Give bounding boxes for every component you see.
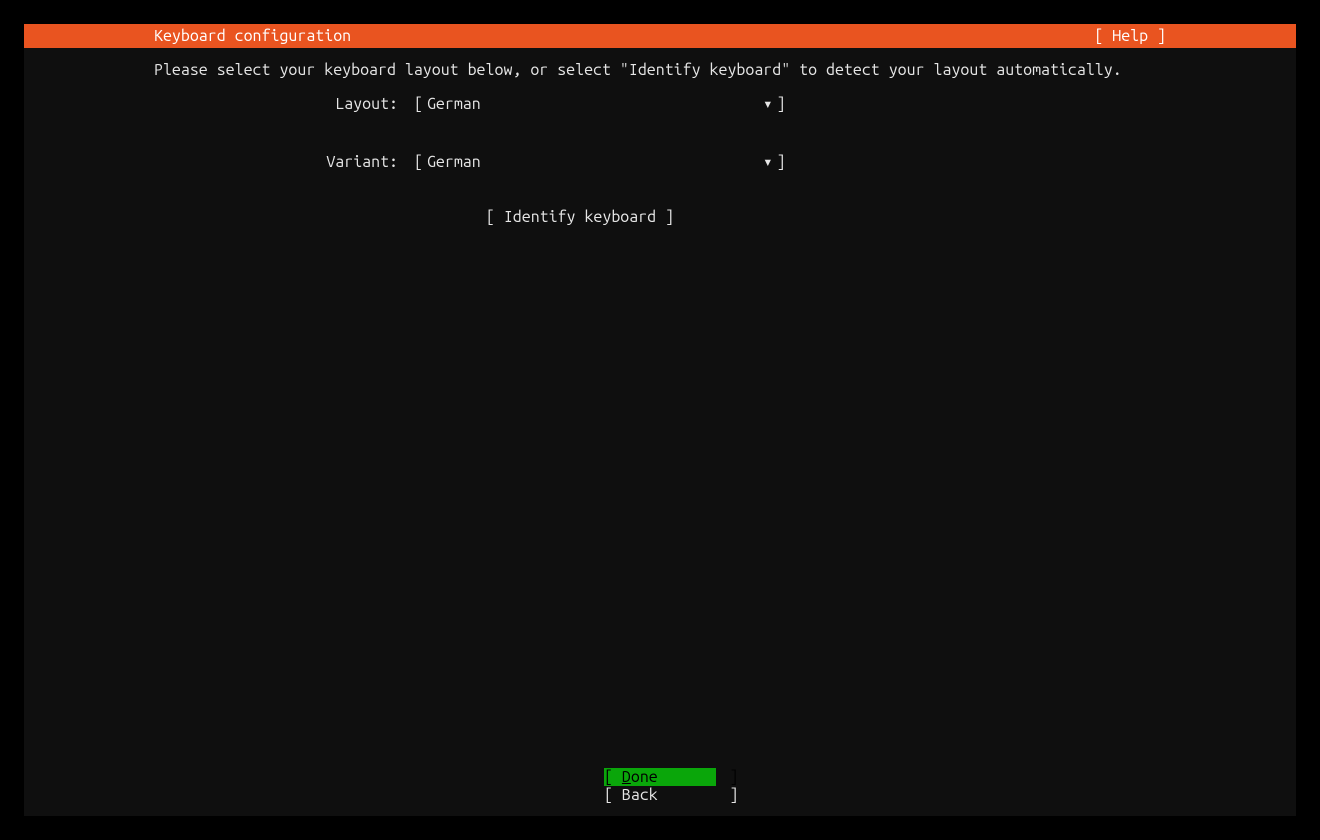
- chevron-down-icon: ▾: [763, 92, 777, 116]
- bracket-close: ]: [777, 92, 786, 116]
- bracket-open: [: [414, 150, 423, 174]
- footer: [ Done ] [ Back ]: [24, 768, 1296, 804]
- content-area: Please select your keyboard layout below…: [24, 48, 1296, 226]
- page-title: Keyboard configuration: [154, 24, 351, 48]
- identify-keyboard-button[interactable]: [ Identify keyboard ]: [486, 208, 674, 226]
- variant-label: Variant:: [154, 150, 414, 174]
- bracket-open: [: [414, 92, 423, 116]
- bracket-close: ]: [777, 150, 786, 174]
- done-button[interactable]: [ Done ]: [604, 768, 716, 786]
- identify-row: [ Identify keyboard ]: [154, 208, 1166, 226]
- help-button[interactable]: [ Help ]: [1094, 24, 1166, 48]
- header-bar: Keyboard configuration [ Help ]: [24, 24, 1296, 48]
- variant-value: German: [423, 150, 763, 174]
- chevron-down-icon: ▾: [763, 150, 777, 174]
- layout-dropdown[interactable]: [ German ▾ ]: [414, 92, 786, 116]
- instruction-text: Please select your keyboard layout below…: [154, 58, 1166, 82]
- variant-row: Variant: [ German ▾ ]: [154, 150, 1166, 174]
- layout-row: Layout: [ German ▾ ]: [154, 92, 1166, 116]
- back-button[interactable]: [ Back ]: [604, 786, 716, 804]
- variant-dropdown[interactable]: [ German ▾ ]: [414, 150, 786, 174]
- layout-label: Layout:: [154, 92, 414, 116]
- layout-value: German: [423, 92, 763, 116]
